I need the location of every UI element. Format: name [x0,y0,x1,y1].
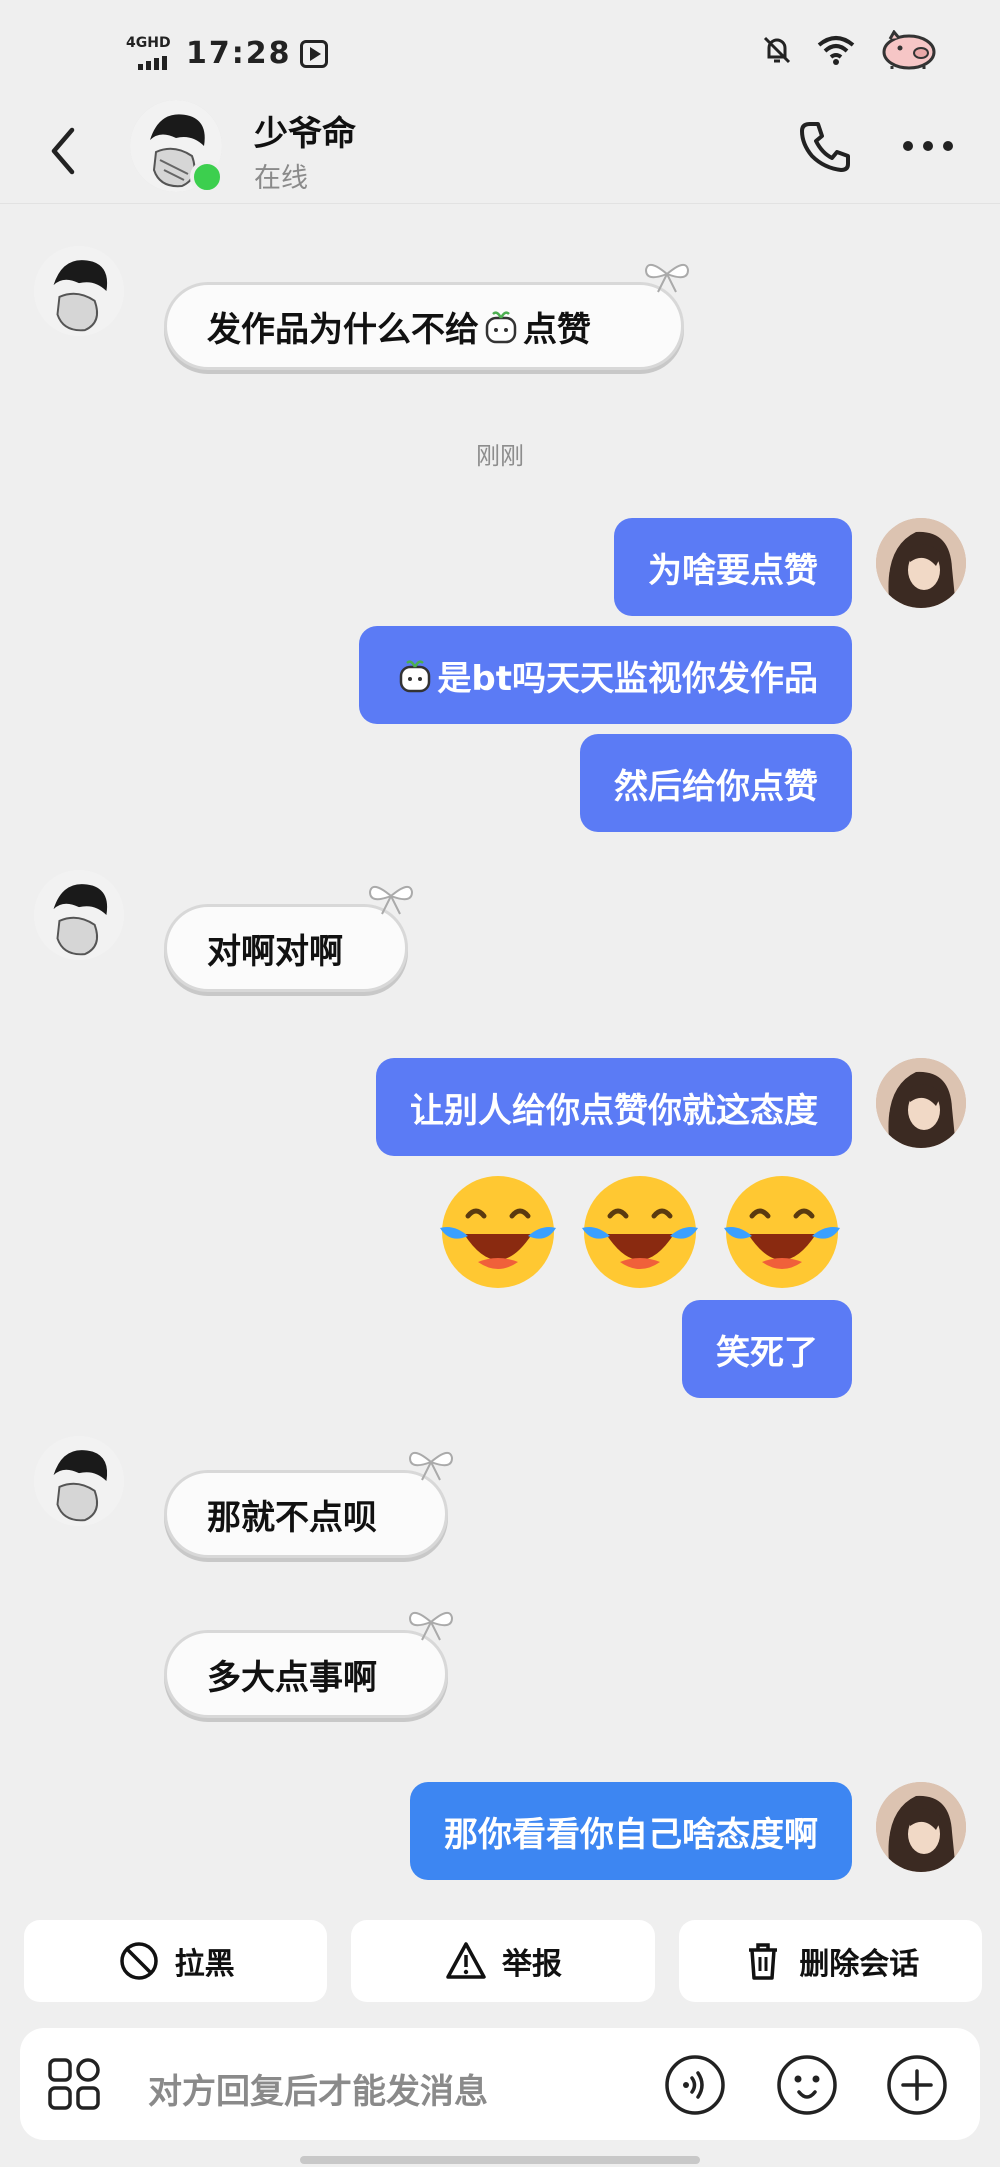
clock: 17:28 [186,36,292,71]
battery-pig-icon [882,30,936,70]
message-text: 发作品为什么不给 [207,309,479,350]
phone-call-icon[interactable] [796,118,854,176]
chat-header: 少爷命 在线 [0,100,1000,204]
bow-decoration-icon [368,885,414,915]
message-text: 为啥要点赞 [648,550,818,591]
message-text: 让别人给你点赞你就这态度 [410,1090,818,1131]
my-avatar[interactable] [876,518,966,608]
apps-grid-icon[interactable] [46,2056,102,2112]
bow-decoration-icon [408,1451,454,1481]
message-text: 那你看看你自己啥态度啊 [444,1814,818,1855]
block-icon [119,1942,158,1980]
message-input-placeholder[interactable]: 对方回复后才能发消息 [148,2064,488,2113]
laughing-crying-emoji-icon[interactable] [716,1166,848,1298]
message-bubble-received[interactable]: 对啊对啊 [164,904,408,992]
sender-avatar[interactable] [34,246,124,336]
message-bubble-received[interactable]: 发作品为什么不给 点赞 [164,282,684,370]
message-bubble-sent[interactable]: 让别人给你点赞你就这态度 [376,1058,852,1156]
sender-avatar[interactable] [34,1436,124,1526]
message-text: 笑死了 [716,1332,818,1373]
message-bubble-sent[interactable]: 为啥要点赞 [614,518,852,616]
message-timestamp: 刚刚 [476,442,524,470]
message-text: 多大点事啊 [207,1657,377,1698]
chat-action-row: 拉黑 举报 删除会话 [24,1920,982,2002]
wifi-icon [817,36,855,65]
bow-decoration-icon [408,1611,454,1641]
report-label: 举报 [501,1947,562,1982]
mute-bell-icon [763,36,791,64]
back-arrow-icon[interactable] [44,124,84,178]
message-bubble-sent[interactable]: 笑死了 [682,1300,852,1398]
contact-status: 在线 [254,163,308,194]
more-options-icon[interactable] [900,136,956,156]
message-bubble-sent[interactable]: 那你看看你自己啥态度啊 [410,1782,852,1880]
trash-icon [749,1943,778,1980]
home-indicator[interactable] [300,2156,700,2164]
message-bubble-sent[interactable]: 是bt吗天天监视你发作品 [359,626,852,724]
sender-avatar[interactable] [34,870,124,960]
contact-name[interactable]: 少爷命 [254,106,356,155]
block-label: 拉黑 [174,1947,235,1982]
network-type: 4GHD [126,35,171,51]
status-bar: 4GHD 17:28 [0,0,1000,100]
online-indicator [190,160,224,194]
message-bubble-received[interactable]: 多大点事啊 [164,1630,448,1718]
add-plus-icon[interactable] [886,2054,948,2116]
voice-message-icon[interactable] [664,2054,726,2116]
message-bubble-sent[interactable]: 然后给你点赞 [580,734,852,832]
message-text: 是bt吗天天监视你发作品 [437,658,818,699]
bow-decoration-icon [644,263,690,293]
message-text: 那就不点呗 [207,1497,377,1538]
my-avatar[interactable] [876,1782,966,1872]
message-text: 对啊对啊 [207,931,343,972]
report-button[interactable]: 举报 [351,1920,655,2002]
delete-label: 删除会话 [799,1947,920,1982]
message-text: 点赞 [523,309,591,350]
laughing-crying-emoji-icon[interactable] [574,1166,706,1298]
block-button[interactable]: 拉黑 [24,1920,328,2002]
laughing-crying-emoji-icon[interactable] [432,1166,564,1298]
message-input-bar: 对方回复后才能发消息 [20,2028,980,2140]
media-play-icon [300,40,328,68]
emoji-face-icon[interactable] [776,2054,838,2116]
cat-sticker-icon [485,311,517,344]
delete-conversation-button[interactable]: 删除会话 [678,1920,982,2002]
message-text: 然后给你点赞 [614,766,818,807]
warning-icon [446,1942,486,1979]
message-bubble-received[interactable]: 那就不点呗 [164,1470,448,1558]
signal-icon [138,56,167,70]
cat-sticker-icon [400,660,431,693]
my-avatar[interactable] [876,1058,966,1148]
